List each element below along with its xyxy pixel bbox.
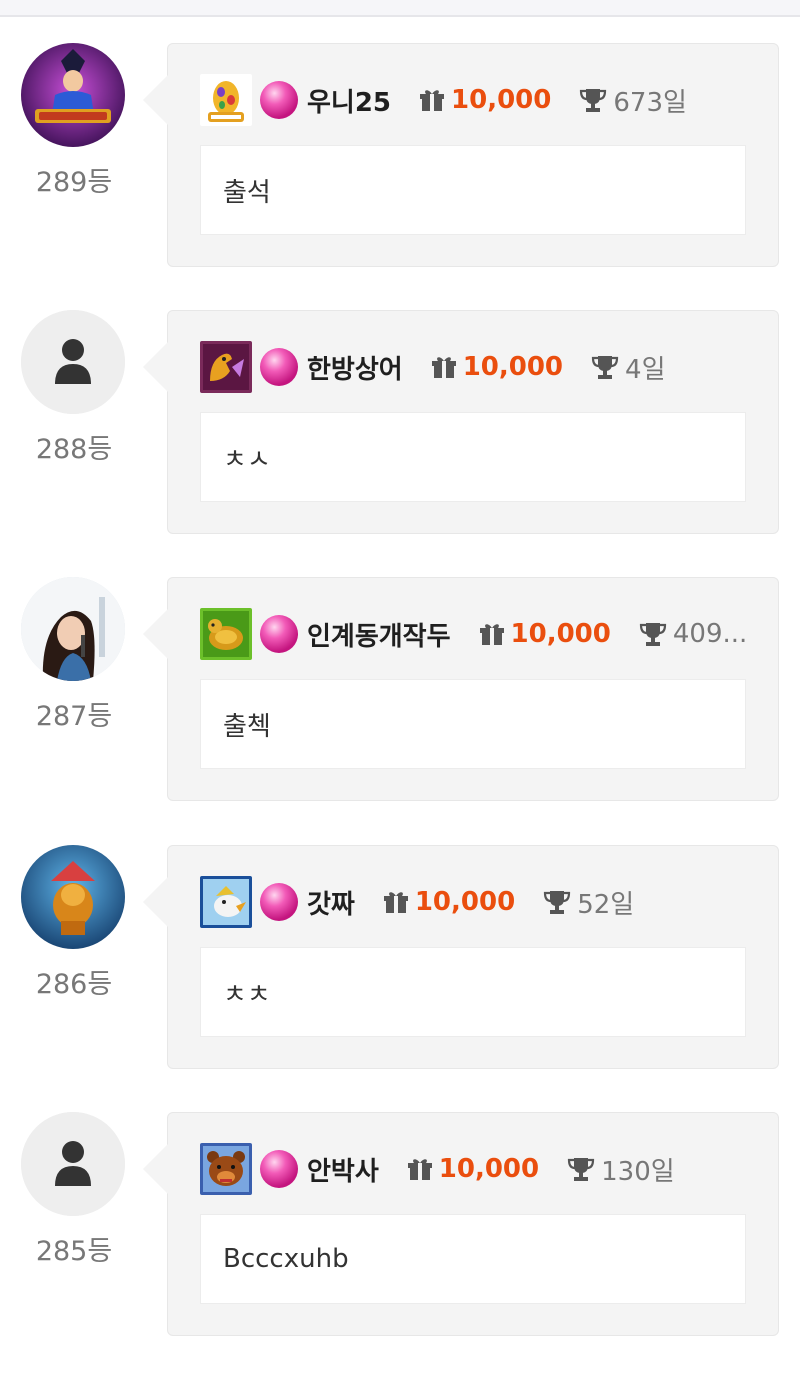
pink-ball-icon xyxy=(260,1150,298,1188)
photo-avatar-icon xyxy=(21,577,125,681)
list-item: 287등 인계동개작두 10,000 409... 출첵 xyxy=(0,577,800,844)
list-item: 286등 갓짜 10,000 52일 ㅊㅊ xyxy=(0,845,800,1112)
default-user-avatar-icon xyxy=(21,310,125,414)
comment-text: ㅊㅊ xyxy=(200,947,746,1037)
pink-ball-icon xyxy=(260,883,298,921)
rank-label: 286등 xyxy=(35,969,113,1000)
gift-icon xyxy=(383,892,408,913)
comment-bubble: 한방상어 10,000 4일 ㅊㅅ xyxy=(143,310,779,534)
comment-text: ㅊㅅ xyxy=(200,412,746,502)
rank-label: 289등 xyxy=(35,167,113,198)
trophy-icon xyxy=(568,1158,595,1181)
trophy-icon xyxy=(544,891,571,914)
list-item: 289등 우니25 10,000 673일 출석 xyxy=(0,43,800,310)
user-avatar[interactable] xyxy=(21,845,125,949)
attendance-days: 673일 xyxy=(613,87,687,118)
attendance-days: 4일 xyxy=(625,354,666,385)
user-avatar[interactable] xyxy=(21,43,125,147)
attendance-days: 130일 xyxy=(601,1156,675,1187)
nickname[interactable]: 한방상어 xyxy=(307,349,403,386)
nickname[interactable]: 인계동개작두 xyxy=(307,616,451,653)
nickname[interactable]: 안박사 xyxy=(307,1151,379,1188)
points-value: 10,000 xyxy=(451,85,552,115)
points-value: 10,000 xyxy=(438,1154,540,1184)
gift-icon xyxy=(479,624,504,645)
bird-icon xyxy=(200,876,252,928)
comment-header: 한방상어 10,000 4일 xyxy=(200,341,666,393)
comment-text: 출석 xyxy=(200,145,746,235)
rank-label: 287등 xyxy=(35,701,113,732)
comment-text: Bcccxuhb xyxy=(200,1214,746,1304)
trophy-icon xyxy=(591,356,619,379)
pink-ball-icon xyxy=(260,615,298,653)
comment-text: 출첵 xyxy=(200,679,746,769)
nickname[interactable]: 우니25 xyxy=(307,82,391,119)
nickname[interactable]: 갓짜 xyxy=(307,884,355,921)
egg-icon xyxy=(200,74,252,126)
comment-bubble: 갓짜 10,000 52일 ㅊㅊ xyxy=(143,845,779,1069)
gift-icon xyxy=(407,1159,432,1180)
game-art-avatar-icon xyxy=(21,43,125,147)
trophy-icon xyxy=(580,89,607,112)
top-bar xyxy=(0,0,800,17)
comment-header: 갓짜 10,000 52일 xyxy=(200,876,634,928)
user-avatar[interactable] xyxy=(21,577,125,681)
attendance-days: 52일 xyxy=(577,889,635,920)
rank-label: 288등 xyxy=(35,434,113,465)
user-avatar[interactable] xyxy=(21,310,125,414)
comment-header: 우니25 10,000 673일 xyxy=(200,74,687,126)
gift-icon xyxy=(431,357,456,378)
list-item: 288등 한방상어 10,000 4일 ㅊㅅ xyxy=(0,310,800,577)
turtle-icon xyxy=(200,608,252,660)
lion-avatar-icon xyxy=(21,845,125,949)
points-value: 10,000 xyxy=(462,352,564,382)
points-value: 10,000 xyxy=(414,887,516,917)
gift-icon xyxy=(420,90,445,111)
points-value: 10,000 xyxy=(510,619,611,649)
comment-bubble: 우니25 10,000 673일 출석 xyxy=(143,43,779,267)
comment-bubble: 안박사 10,000 130일 Bcccxuhb xyxy=(143,1112,779,1336)
dragon-icon xyxy=(200,341,252,393)
user-avatar[interactable] xyxy=(21,1112,125,1216)
comment-header: 안박사 10,000 130일 xyxy=(200,1143,675,1195)
attendance-days: 409... xyxy=(672,619,748,649)
rank-label: 285등 xyxy=(35,1236,113,1267)
comment-bubble: 인계동개작두 10,000 409... 출첵 xyxy=(143,577,779,801)
pink-ball-icon xyxy=(260,348,298,386)
list-item: 285등 안박사 10,000 130일 Bcccxuhb xyxy=(0,1112,800,1379)
pink-ball-icon xyxy=(260,81,298,119)
trophy-icon xyxy=(639,623,666,646)
comment-header: 인계동개작두 10,000 409... xyxy=(200,608,747,660)
default-user-avatar-icon xyxy=(21,1112,125,1216)
bear-icon xyxy=(200,1143,252,1195)
